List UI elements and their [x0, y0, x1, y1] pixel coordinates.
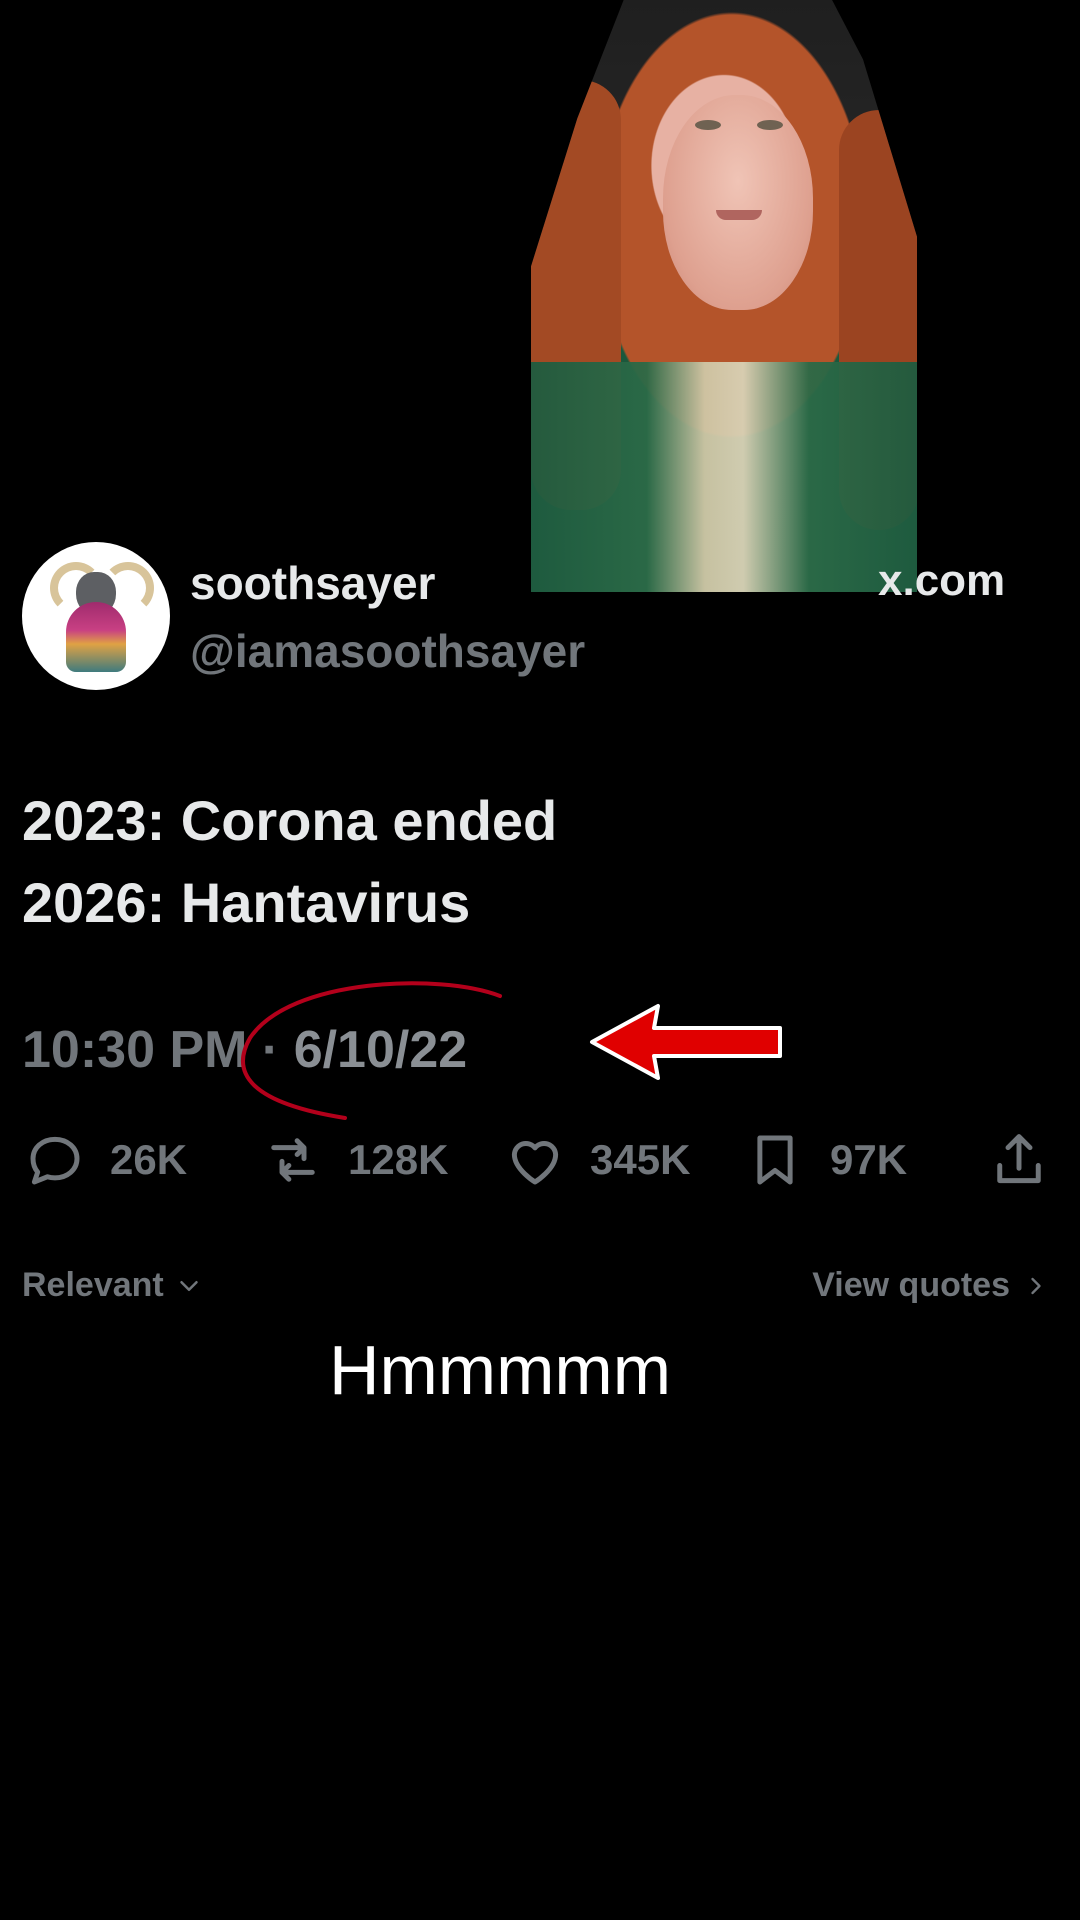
- bookmark-count: 97K: [830, 1136, 908, 1183]
- like-count: 345K: [590, 1136, 691, 1183]
- chevron-down-icon: [179, 1280, 198, 1291]
- post-time: 10:30 PM: [22, 1021, 248, 1079]
- sort-replies-dropdown[interactable]: Relevant: [22, 1266, 204, 1305]
- shirt: [531, 362, 917, 592]
- repost-icon: [271, 1138, 315, 1182]
- red-arrow-annotation: [590, 1004, 782, 1080]
- presenter-webcam-overlay: [531, 0, 917, 592]
- bookmark-icon: [757, 1135, 793, 1185]
- reply-button[interactable]: 26K: [22, 1120, 187, 1200]
- ram-robe: [66, 602, 126, 672]
- repost-count: 128K: [348, 1136, 449, 1183]
- tweet-text-line-1: 2023: Corona ended: [22, 789, 558, 852]
- tweet-text-line-2: 2026: Hantavirus: [22, 871, 471, 934]
- share-button[interactable]: [986, 1120, 1052, 1200]
- face: [663, 95, 813, 310]
- reply-count: 26K: [110, 1136, 188, 1183]
- user-handle[interactable]: @iamasoothsayer: [190, 624, 585, 678]
- mouth: [716, 210, 762, 220]
- sort-label: Relevant: [22, 1266, 164, 1304]
- avatar[interactable]: [22, 542, 170, 690]
- red-circle-annotation: [241, 981, 502, 1120]
- domain-fragment: x.com: [878, 556, 1006, 605]
- repost-button[interactable]: 128K: [260, 1120, 448, 1200]
- like-button[interactable]: 345K: [502, 1120, 690, 1200]
- video-caption: Hmmmmm: [328, 1331, 672, 1409]
- eye-right: [757, 120, 783, 130]
- bookmark-button[interactable]: 97K: [742, 1120, 907, 1200]
- eye-left: [695, 120, 721, 130]
- display-name[interactable]: soothsayer: [190, 556, 435, 610]
- view-quotes-link[interactable]: View quotes: [812, 1266, 1050, 1305]
- heart-icon: [511, 1141, 559, 1185]
- view-quotes-label: View quotes: [812, 1266, 1010, 1304]
- reply-icon: [30, 1136, 80, 1185]
- post-action-bar: 26K 128K 345K 97K: [22, 1120, 1058, 1200]
- chevron-right-icon: [1031, 1277, 1041, 1294]
- share-icon: [997, 1134, 1041, 1184]
